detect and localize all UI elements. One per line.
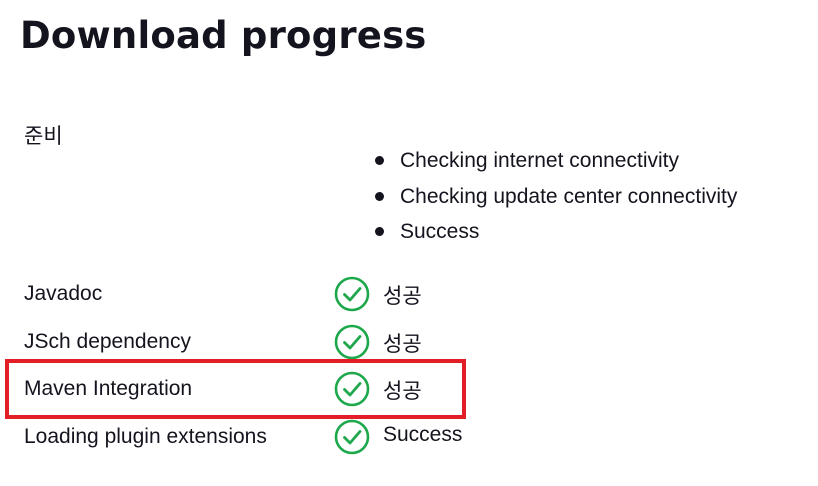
check-circle-icon <box>334 324 370 360</box>
plugin-status: Success <box>383 423 463 446</box>
preparation-step-label: Checking internet connectivity <box>400 149 679 173</box>
page-title: Download progress <box>20 14 427 57</box>
plugin-status: 성공 <box>383 333 422 356</box>
preparation-step: Success <box>375 214 737 250</box>
plugin-row-loading-plugin-extensions: Loading plugin extensions Success <box>24 419 724 459</box>
preparation-step-label: Checking update center connectivity <box>400 184 738 208</box>
plugin-row-javadoc: Javadoc 성공 <box>24 276 724 316</box>
highlight-box <box>5 359 466 419</box>
plugin-row-jsch-dependency: JSch dependency 성공 <box>24 324 724 364</box>
preparation-label: 준비 <box>24 125 63 148</box>
preparation-step: Checking update center connectivity <box>375 179 737 215</box>
bullet-icon <box>375 191 384 201</box>
plugin-status: 성공 <box>383 285 422 308</box>
preparation-steps-list: Checking internet connectivity Checking … <box>375 143 737 250</box>
check-circle-icon <box>334 276 370 312</box>
plugin-name: Loading plugin extensions <box>24 425 267 448</box>
plugin-name: Javadoc <box>24 282 103 305</box>
bullet-icon <box>375 156 384 166</box>
preparation-step-label: Success <box>400 220 480 244</box>
plugin-name: JSch dependency <box>24 330 191 353</box>
bullet-icon <box>375 227 384 237</box>
check-circle-icon <box>334 419 370 455</box>
preparation-step: Checking internet connectivity <box>375 143 737 179</box>
